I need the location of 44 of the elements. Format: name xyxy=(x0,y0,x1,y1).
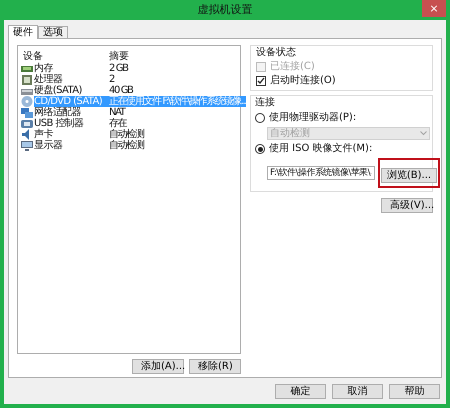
memory-icon xyxy=(21,64,33,74)
chevron-icon xyxy=(420,131,427,136)
dialog-button[interactable]: 确定 xyxy=(275,384,326,399)
iso-path-combobox[interactable]: F:\软件\操作系统镜像\苹果\ xyxy=(267,166,375,180)
device-summary: 存在 xyxy=(109,118,126,129)
disc-icon xyxy=(21,96,33,107)
device-name[interactable]: 处理器 xyxy=(34,74,109,85)
window-title: 虚拟机设置 xyxy=(198,2,252,18)
device-name[interactable]: 硬盘(SATA) xyxy=(34,85,109,96)
dialog-button[interactable]: 取消 xyxy=(332,384,383,399)
close-button[interactable]: × xyxy=(422,0,446,17)
chip-icon xyxy=(21,74,33,84)
network-icon xyxy=(21,108,33,118)
device-name[interactable]: USB 控制器 xyxy=(34,118,109,129)
device-summary: 自动检测 xyxy=(109,129,144,140)
device-summary: 40 GB xyxy=(109,85,133,96)
dialog-button[interactable]: 帮助 xyxy=(389,384,440,399)
remove-button[interactable]: 移除(R) xyxy=(189,359,241,374)
device-name[interactable]: 网络适配器 xyxy=(34,107,109,118)
device-summary: 2 xyxy=(109,74,114,85)
device-name[interactable]: 显示器 xyxy=(34,140,109,151)
radio-button[interactable] xyxy=(255,144,265,154)
browse-button[interactable]: 浏览(B)... xyxy=(381,168,437,183)
group-title: 设备状态 xyxy=(256,47,297,59)
advanced-button[interactable]: 高级(V)... xyxy=(381,198,433,213)
usb-icon xyxy=(21,118,33,128)
radio-button[interactable] xyxy=(255,113,265,123)
device-summary: 2 GB xyxy=(109,63,128,74)
checkbox-label: 已连接(C) xyxy=(270,61,315,73)
radio-label: 使用物理驱动器(P): xyxy=(269,112,356,124)
checkbox-label: 启动时连接(O) xyxy=(270,75,336,87)
column-header: 设备 xyxy=(22,50,44,62)
device-summary: NAT xyxy=(109,107,124,118)
tab[interactable]: 选项 xyxy=(38,26,68,38)
device-name[interactable]: 声卡 xyxy=(34,129,109,140)
checkbox[interactable] xyxy=(256,76,266,86)
column-header: 摘要 xyxy=(109,50,129,64)
radio-label: 使用 ISO 映像文件(M): xyxy=(269,143,372,155)
device-name[interactable]: 内存 xyxy=(34,63,109,74)
device-summary: 自动检测 xyxy=(109,140,144,151)
add-button[interactable]: 添加(A)... xyxy=(132,359,184,374)
tab[interactable]: 硬件 xyxy=(8,25,38,39)
monitor-icon xyxy=(21,140,33,150)
group-title: 连接 xyxy=(255,97,276,109)
